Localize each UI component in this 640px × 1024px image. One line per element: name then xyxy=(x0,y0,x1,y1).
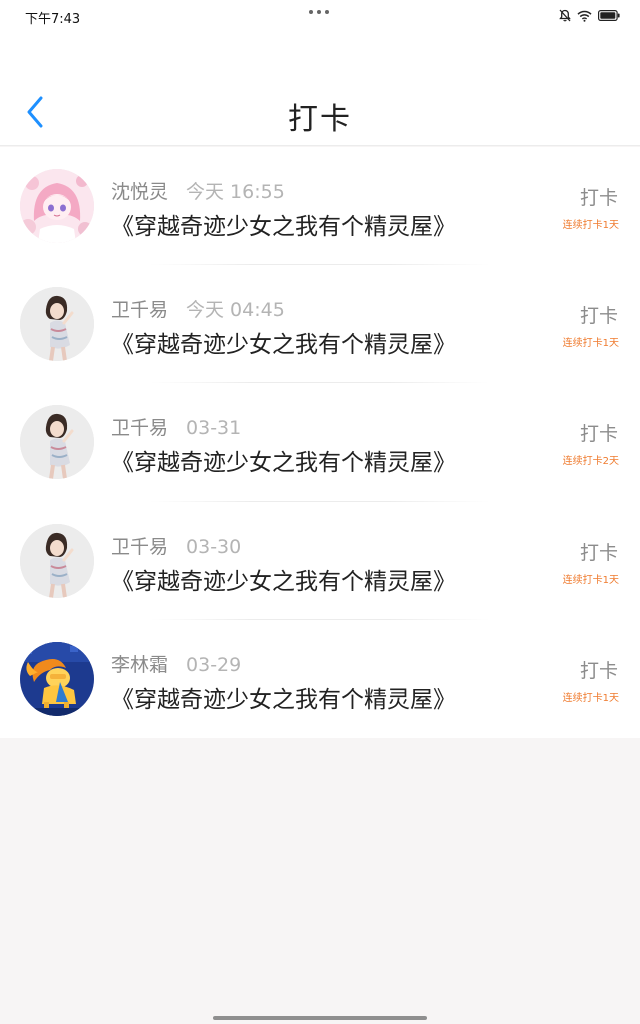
status-time: 下午7:43 xyxy=(25,12,81,27)
checkin-time: 03-29 xyxy=(186,653,242,676)
pony-avatar xyxy=(20,641,94,716)
nav-bar: 打卡 xyxy=(0,32,640,146)
list-item[interactable]: 卫千易 今天 04:45 《穿越奇迹少女之我有个精灵屋》 打卡 连续打卡1天 xyxy=(0,265,640,384)
streak-label: 连续打卡1天 xyxy=(562,220,619,231)
user-meta: 卫千易 03-30 xyxy=(111,532,241,559)
book-title[interactable]: 《穿越奇迹少女之我有个精灵屋》 xyxy=(111,443,456,477)
book-title[interactable]: 《穿越奇迹少女之我有个精灵屋》 xyxy=(111,680,456,714)
avatar[interactable] xyxy=(20,405,94,480)
checkin-button[interactable]: 打卡 xyxy=(580,419,618,446)
status-icons xyxy=(559,9,620,22)
avatar[interactable] xyxy=(20,641,94,716)
user-name[interactable]: 卫千易 xyxy=(111,417,168,439)
checkin-list: 沈悦灵 今天 16:55 《穿越奇迹少女之我有个精灵屋》 打卡 连续打卡1天 卫千… xyxy=(0,147,640,738)
girl-photo-avatar xyxy=(20,523,94,598)
list-item[interactable]: 李林霜 03-29 《穿越奇迹少女之我有个精灵屋》 打卡 连续打卡1天 xyxy=(0,620,640,738)
streak-label: 连续打卡2天 xyxy=(562,456,619,468)
book-title[interactable]: 《穿越奇迹少女之我有个精灵屋》 xyxy=(111,325,456,359)
book-title[interactable]: 《穿越奇迹少女之我有个精灵屋》 xyxy=(111,207,456,241)
user-meta: 卫千易 今天 04:45 xyxy=(111,295,285,322)
status-bar: 下午7:43 xyxy=(0,0,640,32)
list-item[interactable]: 卫千易 03-30 《穿越奇迹少女之我有个精灵屋》 打卡 连续打卡1天 xyxy=(0,502,640,620)
checkin-time: 03-31 xyxy=(186,417,242,440)
avatar[interactable] xyxy=(20,169,94,243)
book-title[interactable]: 《穿越奇迹少女之我有个精灵屋》 xyxy=(111,562,456,596)
streak-label: 连续打卡1天 xyxy=(562,692,619,704)
user-meta: 沈悦灵 今天 16:55 xyxy=(111,177,285,204)
checkin-button[interactable]: 打卡 xyxy=(580,656,618,683)
avatar[interactable] xyxy=(20,287,94,362)
home-indicator[interactable] xyxy=(213,1016,427,1020)
user-name[interactable]: 沈悦灵 xyxy=(111,181,168,203)
anime-girl-avatar xyxy=(20,169,94,243)
battery-icon xyxy=(598,10,620,21)
mute-bell-icon xyxy=(559,9,571,22)
user-name[interactable]: 卫千易 xyxy=(111,536,168,558)
user-name[interactable]: 李林霜 xyxy=(111,654,168,676)
checkin-time: 03-30 xyxy=(186,535,242,558)
girl-photo-avatar xyxy=(20,405,94,480)
checkin-time: 今天 16:55 xyxy=(186,181,285,203)
wifi-icon xyxy=(577,10,592,22)
girl-photo-avatar xyxy=(20,287,94,362)
checkin-button[interactable]: 打卡 xyxy=(580,538,618,565)
checkin-button[interactable]: 打卡 xyxy=(580,183,618,210)
page-title: 打卡 xyxy=(288,102,352,137)
streak-label: 连续打卡1天 xyxy=(562,338,619,350)
streak-label: 连续打卡1天 xyxy=(562,574,619,586)
checkin-button[interactable]: 打卡 xyxy=(580,301,618,328)
user-meta: 卫千易 03-31 xyxy=(111,413,241,440)
user-meta: 李林霜 03-29 xyxy=(111,650,241,677)
list-item[interactable]: 卫千易 03-31 《穿越奇迹少女之我有个精灵屋》 打卡 连续打卡2天 xyxy=(0,383,640,502)
list-item[interactable]: 沈悦灵 今天 16:55 《穿越奇迹少女之我有个精灵屋》 打卡 连续打卡1天 xyxy=(0,147,640,266)
checkin-time: 今天 04:45 xyxy=(186,299,285,322)
multitask-dots[interactable] xyxy=(309,10,329,14)
user-name[interactable]: 卫千易 xyxy=(111,299,168,321)
avatar[interactable] xyxy=(20,523,94,598)
